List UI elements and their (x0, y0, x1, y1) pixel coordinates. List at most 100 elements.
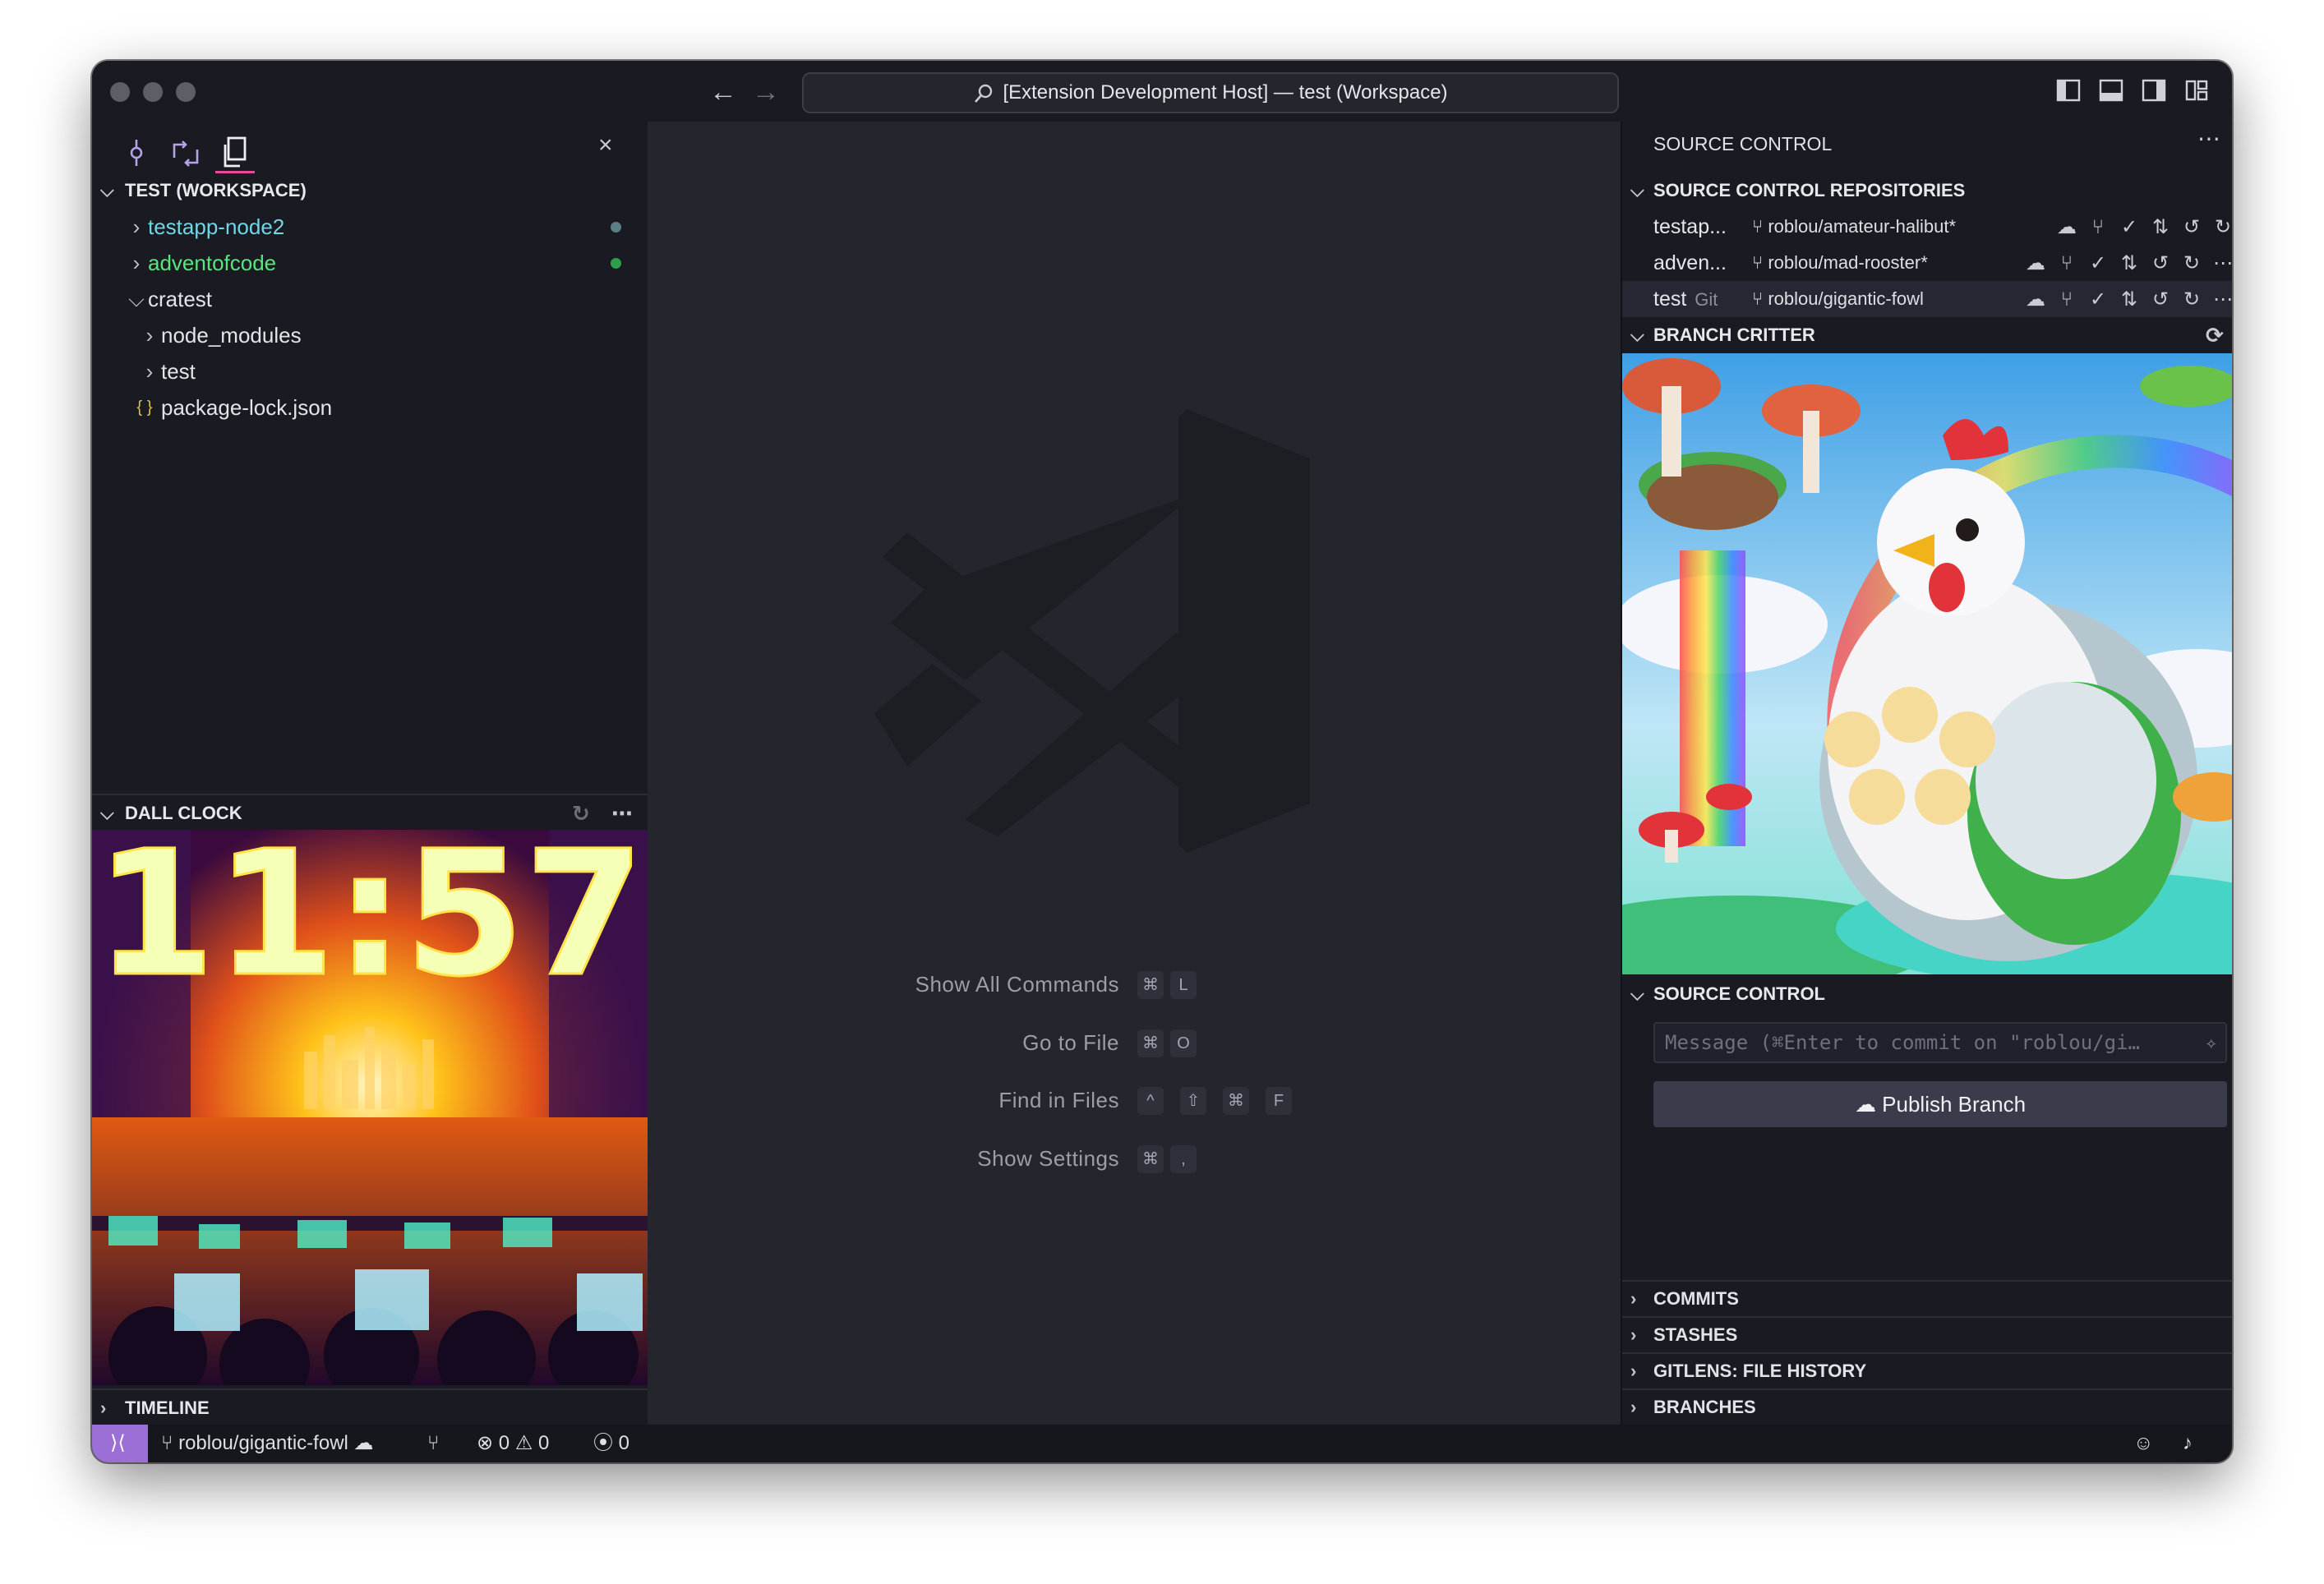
commit-check-icon[interactable]: ✓ (2082, 246, 2114, 282)
chevron-right-icon: › (1630, 1361, 1637, 1381)
key-cap: ⌘ (1137, 971, 1164, 999)
dall-clock-image: 11:57 (92, 830, 648, 1385)
branch-label[interactable]: ⑂ roblou/amateur-halibut* (1752, 209, 1956, 245)
customize-layout-icon[interactable] (2184, 79, 2209, 102)
git-graph-icon[interactable]: ⑂ (427, 1425, 439, 1462)
git-branch-icon: ⑂ (1752, 216, 1764, 237)
timeline-section-header[interactable]: › TIMELINE (92, 1388, 648, 1426)
primary-sidebar: × ⌵ TEST (WORKSPACE) › testapp-node2 › a… (92, 122, 648, 1425)
command-center[interactable]: [Extension Development Host] — test (Wor… (802, 72, 1619, 113)
status-problems[interactable]: ⊗ 0 ⚠ 0 (477, 1425, 549, 1462)
vscode-logo-watermark (874, 409, 1310, 853)
repo-actions: ☁ ⑂ ✓ ⇅ ↺ ↻ (2051, 209, 2232, 245)
stashes-section-header[interactable]: › STASHES (1622, 1316, 2232, 1354)
git-graph-icon[interactable]: ⑂ (2082, 210, 2114, 246)
key-cap: O (1170, 1029, 1197, 1057)
pull-request-icon[interactable]: ⇅ (2145, 210, 2176, 246)
more-actions-icon[interactable]: ⋯ (2207, 246, 2232, 282)
git-compare-icon[interactable] (166, 133, 205, 174)
repository-row-selected[interactable]: test Git ⑂ roblou/gigantic-fowl ☁ ⑂ ✓ ⇅ ↺ ↻ ⋯ (1622, 281, 2232, 317)
secondary-sidebar-source-control: SOURCE CONTROL ⋯ ⌵ SOURCE CONTROL REPOSI… (1621, 122, 2232, 1425)
remote-indicator[interactable]: ⟩⟨ (92, 1425, 148, 1462)
hint-show-all-commands[interactable]: Show All Commands ⌘ L (648, 966, 1621, 1002)
close-icon[interactable]: × (598, 131, 613, 159)
explorer-files-icon[interactable] (215, 133, 255, 174)
bell-icon[interactable]: ♪ (2183, 1425, 2193, 1462)
more-actions-icon[interactable]: ⋯ (2197, 125, 2220, 152)
forward-arrow-icon[interactable]: → (749, 76, 782, 108)
title-bar: ← → [Extension Development Host] — test … (92, 61, 2232, 123)
warning-icon: ⚠ (514, 1432, 533, 1454)
hint-find-in-files[interactable]: Find in Files ^ ⇧ ⌘ F (648, 1082, 1621, 1118)
key-cap: ⇧ (1180, 1087, 1206, 1115)
dall-clock-section-header[interactable]: ⌵ DALL CLOCK ↻ ⋯ (92, 794, 648, 831)
sparkle-icon[interactable]: ✧ (2206, 1024, 2217, 1061)
tree-item-folder[interactable]: › test (92, 353, 648, 389)
cloud-upload-icon[interactable]: ☁ (2020, 282, 2051, 318)
git-graph-icon[interactable]: ⑂ (2051, 246, 2082, 282)
refresh-icon[interactable]: ↻ (2176, 246, 2207, 282)
pull-request-icon[interactable]: ⇅ (2114, 282, 2145, 318)
copilot-icon[interactable]: ☺ (2133, 1425, 2154, 1462)
chevron-down-icon: ⌵ (128, 287, 145, 311)
history-icon[interactable]: ↺ (2145, 282, 2176, 318)
repository-row[interactable]: testap... ⑂ roblou/amateur-halibut* ☁ ⑂ ✓ ⇅… (1622, 209, 2232, 245)
chevron-right-icon: › (132, 251, 141, 275)
hint-go-to-file[interactable]: Go to File ⌘ O (648, 1025, 1621, 1061)
repository-row[interactable]: adven... ⑂ roblou/mad-rooster* ☁ ⑂ ✓ ⇅ ↺ ↻ ⋯ (1622, 245, 2232, 281)
key-cap: ⌘ (1137, 1145, 1164, 1173)
commit-check-icon[interactable]: ✓ (2114, 210, 2145, 246)
tree-item-folder[interactable]: ⌵ cratest (92, 281, 648, 317)
git-branch-icon: ⑂ (161, 1432, 173, 1454)
commit-message-input[interactable]: Message (⌘Enter to commit on "roblou/gi…… (1653, 1022, 2227, 1063)
untracked-dot (611, 258, 621, 269)
source-control-section-header[interactable]: ⌵ SOURCE CONTROL (1622, 976, 2232, 1012)
publish-branch-button[interactable]: ☁ Publish Branch (1653, 1081, 2227, 1127)
chevron-right-icon: › (1630, 1288, 1637, 1309)
workspace-section-header[interactable]: ⌵ TEST (WORKSPACE) (92, 173, 648, 209)
history-icon[interactable]: ↺ (2176, 210, 2207, 246)
window-title: [Extension Development Host] — test (Wor… (1003, 81, 1448, 104)
close-window-button[interactable] (110, 82, 130, 102)
branch-critter-image (1622, 353, 2232, 974)
toggle-panel-icon[interactable] (2099, 79, 2123, 102)
commit-check-icon[interactable]: ✓ (2082, 282, 2114, 318)
commit-icon[interactable] (117, 133, 156, 174)
cloud-upload-icon[interactable]: ☁ (2051, 210, 2082, 246)
refresh-icon[interactable]: ⟳ (2206, 317, 2224, 353)
status-bar: ⟩⟨ ⑂ roblou/gigantic-fowl ☁ ⑂ ⊗ 0 ⚠ 0 ⦿ … (92, 1425, 2232, 1462)
branch-label[interactable]: ⑂ roblou/gigantic-fowl (1752, 281, 1924, 317)
refresh-icon[interactable]: ↻ (572, 795, 590, 831)
repo-actions: ☁ ⑂ ✓ ⇅ ↺ ↻ ⋯ (2020, 245, 2232, 281)
more-actions-icon[interactable]: ⋯ (2207, 282, 2232, 318)
tree-item-folder[interactable]: › testapp-node2 (92, 209, 648, 245)
zoom-window-button[interactable] (176, 82, 196, 102)
more-actions-icon[interactable]: ⋯ (611, 795, 633, 831)
tree-item-folder[interactable]: › node_modules (92, 317, 648, 353)
toggle-primary-sidebar-icon[interactable] (2056, 79, 2081, 102)
chevron-down-icon: ⌵ (100, 803, 114, 823)
git-graph-icon[interactable]: ⑂ (2051, 282, 2082, 318)
commits-section-header[interactable]: › COMMITS (1622, 1280, 2232, 1318)
status-ports[interactable]: ⦿ 0 (593, 1425, 629, 1462)
key-cap: ^ (1137, 1087, 1164, 1115)
file-history-section-header[interactable]: › GITLENS: FILE HISTORY (1622, 1352, 2232, 1390)
hint-show-settings[interactable]: Show Settings ⌘ , (648, 1140, 1621, 1176)
branch-critter-section-header[interactable]: ⌵ BRANCH CRITTER ⟳ (1622, 317, 2232, 353)
pull-request-icon[interactable]: ⇅ (2114, 246, 2145, 282)
tree-item-file[interactable]: { } package-lock.json (92, 389, 648, 426)
tree-item-folder[interactable]: › adventofcode (92, 245, 648, 281)
panel-title: SOURCE CONTROL (1653, 133, 1833, 154)
refresh-icon[interactable]: ↻ (2207, 210, 2232, 246)
toggle-secondary-sidebar-icon[interactable] (2142, 79, 2166, 102)
branches-section-header[interactable]: › BRANCHES (1622, 1388, 2232, 1426)
minimize-window-button[interactable] (143, 82, 163, 102)
branch-label[interactable]: ⑂ roblou/mad-rooster* (1752, 245, 1928, 281)
history-icon[interactable]: ↺ (2145, 246, 2176, 282)
refresh-icon[interactable]: ↻ (2176, 282, 2207, 318)
status-branch[interactable]: ⑂ roblou/gigantic-fowl ☁ (161, 1425, 374, 1462)
back-arrow-icon[interactable]: ← (707, 76, 740, 108)
repositories-section-header[interactable]: ⌵ SOURCE CONTROL REPOSITORIES (1622, 173, 2232, 209)
remote-icon: ⟩⟨ (110, 1432, 126, 1454)
cloud-upload-icon[interactable]: ☁ (2020, 246, 2051, 282)
